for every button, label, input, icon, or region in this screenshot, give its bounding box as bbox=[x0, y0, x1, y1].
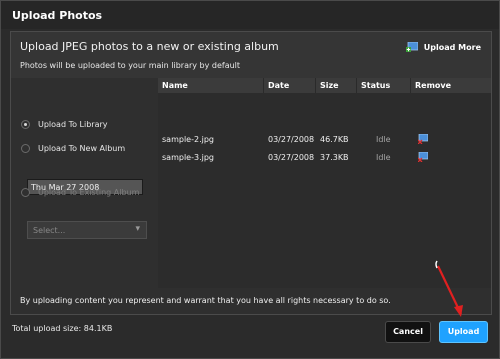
upload-to-library-label: Upload To Library bbox=[38, 120, 108, 129]
existing-album-select[interactable]: Select... ▾ bbox=[27, 221, 147, 239]
annotation-arrow-icon bbox=[435, 260, 463, 317]
option-upload-to-library[interactable]: Upload To Library bbox=[21, 120, 108, 129]
chevron-down-icon: ▾ bbox=[135, 224, 140, 234]
file-size: 46.7KB bbox=[320, 135, 349, 144]
upload-photos-dialog: Upload Photos Upload JPEG photos to a ne… bbox=[0, 0, 500, 359]
file-status: Idle bbox=[376, 135, 391, 144]
radio-unselected-icon bbox=[21, 188, 30, 197]
upload-button[interactable]: Upload bbox=[439, 321, 488, 343]
existing-album-select-value: Select... bbox=[33, 226, 66, 235]
header-subline: Photos will be uploaded to your main lib… bbox=[20, 61, 241, 70]
upload-more-button[interactable]: Upload More bbox=[405, 41, 481, 52]
table-row[interactable]: sample-2.jpg 03/27/2008 46.7KB Idle bbox=[158, 132, 491, 147]
image-remove-icon[interactable] bbox=[417, 151, 429, 167]
file-name: sample-2.jpg bbox=[162, 135, 214, 144]
title-bar[interactable]: Upload Photos bbox=[1, 1, 499, 29]
column-header-size[interactable]: Size bbox=[316, 78, 339, 93]
column-header-name[interactable]: Name bbox=[158, 78, 188, 93]
image-add-icon bbox=[405, 41, 419, 52]
option-upload-to-existing-album[interactable]: Upload To Existing Album bbox=[21, 188, 139, 197]
header-headline: Upload JPEG photos to a new or existing … bbox=[20, 40, 279, 53]
rights-disclaimer: By uploading content you represent and w… bbox=[20, 296, 391, 305]
file-date: 03/27/2008 bbox=[268, 153, 315, 162]
file-date: 03/27/2008 bbox=[268, 135, 315, 144]
image-remove-icon[interactable] bbox=[417, 133, 429, 149]
option-upload-to-new-album[interactable]: Upload To New Album bbox=[21, 144, 125, 153]
column-header-remove[interactable]: Remove bbox=[411, 78, 451, 93]
upload-to-existing-label: Upload To Existing Album bbox=[38, 188, 140, 197]
destination-options: Upload To Library Upload To New Album Th… bbox=[11, 78, 158, 288]
column-header-status[interactable]: Status bbox=[357, 78, 390, 93]
table-row[interactable]: sample-3.jpg 03/27/2008 37.3KB Idle bbox=[158, 150, 491, 165]
total-upload-size: Total upload size: 84.1KB bbox=[12, 324, 113, 333]
table-header: Name Date Size Status Remove bbox=[158, 78, 491, 93]
panel-header: Upload JPEG photos to a new or existing … bbox=[11, 32, 491, 78]
upload-more-label: Upload More bbox=[423, 42, 481, 52]
file-name: sample-3.jpg bbox=[162, 153, 214, 162]
cancel-button[interactable]: Cancel bbox=[385, 321, 431, 343]
dialog-title: Upload Photos bbox=[12, 9, 103, 22]
upload-panel: Upload JPEG photos to a new or existing … bbox=[10, 31, 492, 315]
radio-unselected-icon bbox=[21, 144, 30, 153]
radio-selected-icon bbox=[21, 120, 30, 129]
upload-to-new-album-label: Upload To New Album bbox=[38, 144, 126, 153]
column-header-date[interactable]: Date bbox=[264, 78, 289, 93]
file-size: 37.3KB bbox=[320, 153, 349, 162]
file-status: Idle bbox=[376, 153, 391, 162]
